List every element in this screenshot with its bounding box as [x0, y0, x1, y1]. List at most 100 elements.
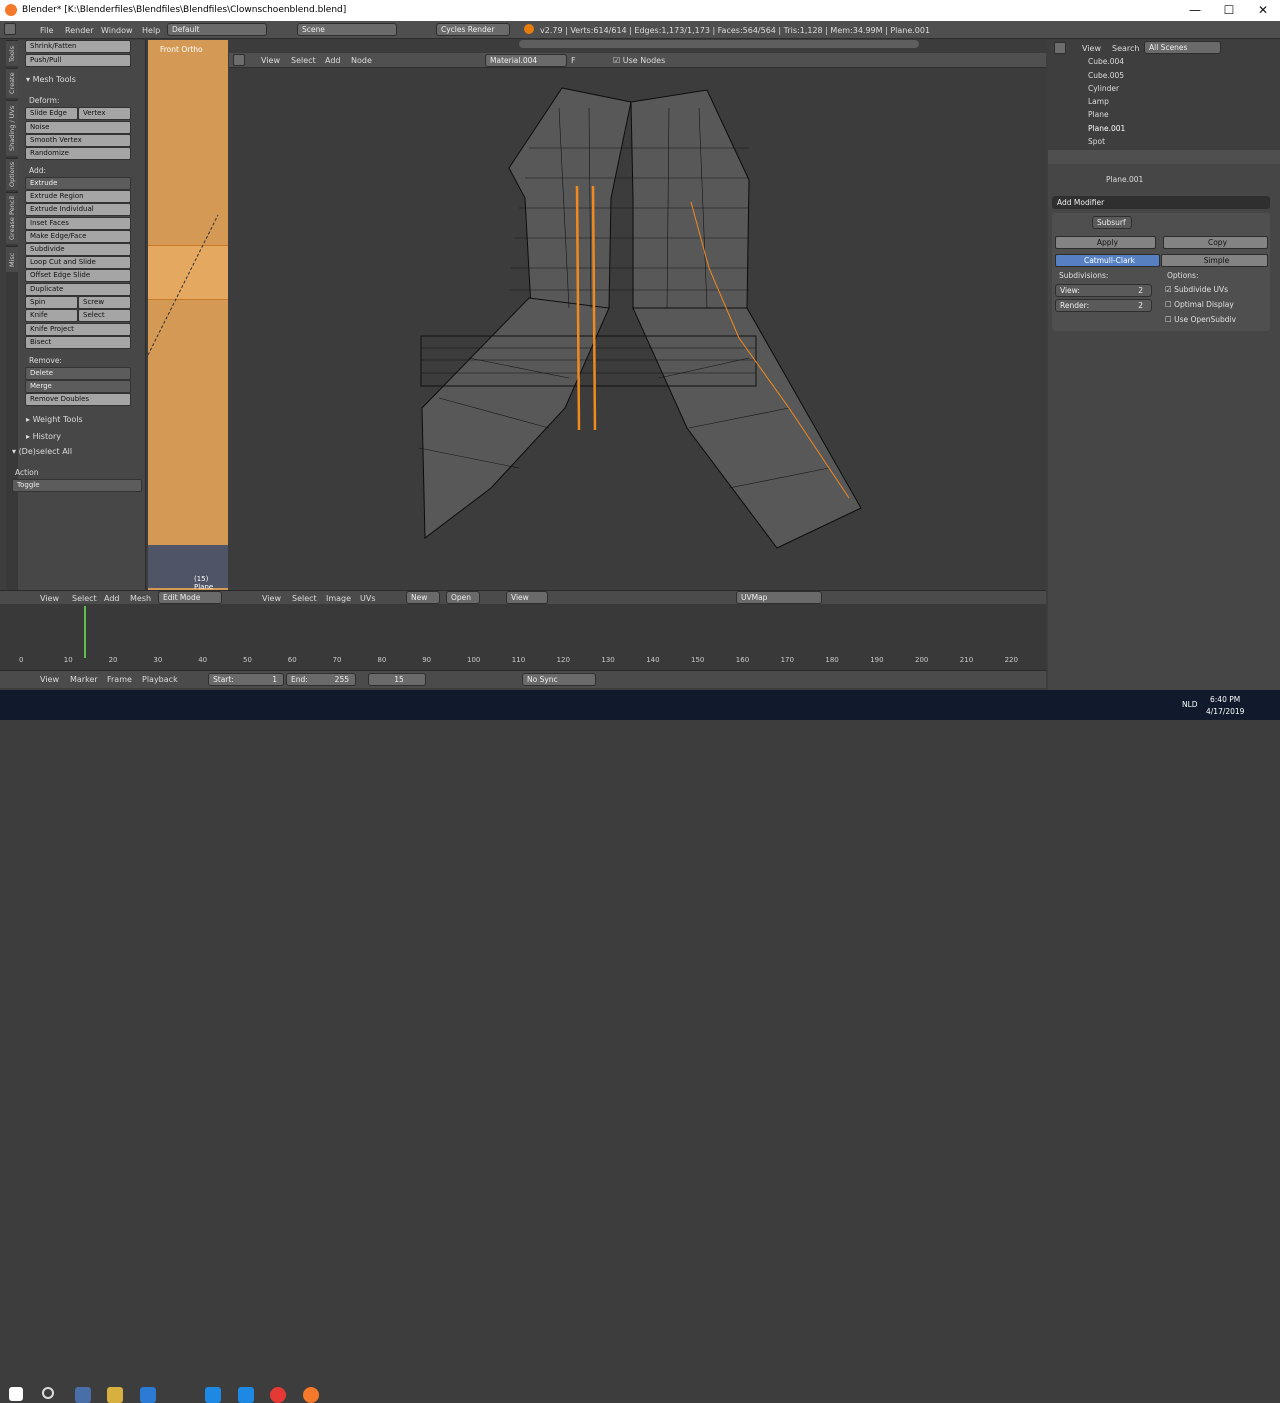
- menu-select[interactable]: Select: [72, 594, 97, 603]
- knife-button[interactable]: Knife: [25, 309, 78, 322]
- push-pull-button[interactable]: Push/Pull: [25, 54, 131, 67]
- uv-menu-select[interactable]: Select: [292, 594, 317, 603]
- outliner-item-cylinder[interactable]: Cylinder: [1088, 84, 1119, 93]
- menu-view[interactable]: View: [40, 594, 59, 603]
- delete-menu-button[interactable]: Delete: [25, 367, 131, 380]
- render-levels-field[interactable]: Render: 2: [1055, 299, 1152, 312]
- view-levels-field[interactable]: View: 2: [1055, 284, 1152, 297]
- properties-tabs[interactable]: [1048, 150, 1280, 164]
- chrome-icon[interactable]: [270, 1387, 286, 1403]
- editor-type-icon[interactable]: [4, 23, 16, 35]
- extrude-menu-button[interactable]: Extrude: [25, 177, 131, 190]
- optimal-display-checkbox[interactable]: ☐ Optimal Display: [1165, 300, 1234, 309]
- shrink-fatten-button[interactable]: Shrink/Fatten: [25, 40, 131, 53]
- menu-mesh[interactable]: Mesh: [130, 594, 151, 603]
- randomize-button[interactable]: Randomize: [25, 147, 131, 160]
- layout-select[interactable]: Default: [167, 23, 267, 36]
- material-name-field[interactable]: Material.004: [485, 54, 567, 67]
- scene-select[interactable]: Scene: [297, 23, 397, 36]
- fake-user-toggle[interactable]: F: [571, 56, 576, 65]
- screw-button[interactable]: Screw: [78, 296, 131, 309]
- action-select[interactable]: Toggle: [12, 479, 142, 492]
- uv-menu-view[interactable]: View: [262, 594, 281, 603]
- open-image-button[interactable]: Open: [446, 591, 480, 604]
- subdivide-uvs-checkbox[interactable]: ☑ Subdivide UVs: [1165, 285, 1228, 294]
- outliner-item-lamp[interactable]: Lamp: [1088, 97, 1109, 106]
- menu-file[interactable]: File: [40, 26, 53, 35]
- knife-select-button[interactable]: Select: [78, 309, 131, 322]
- menu-frame[interactable]: Frame: [107, 675, 132, 684]
- outliner-item-plane001[interactable]: Plane.001: [1088, 124, 1125, 133]
- close-button[interactable]: ✕: [1246, 0, 1280, 21]
- modifier-name-field[interactable]: Subsurf: [1092, 216, 1132, 229]
- spin-button[interactable]: Spin: [25, 296, 78, 309]
- weight-tools-panel-header[interactable]: ▸ Weight Tools: [26, 415, 83, 424]
- catmull-clark-toggle[interactable]: Catmull-Clark: [1055, 254, 1160, 267]
- clock-date[interactable]: 4/17/2019: [1206, 707, 1244, 716]
- uv-menu-uvs[interactable]: UVs: [360, 594, 376, 603]
- menu-view[interactable]: View: [261, 56, 280, 65]
- extrude-individual-button[interactable]: Extrude Individual: [25, 203, 131, 216]
- editor-type-icon[interactable]: [1054, 42, 1066, 54]
- tab-create[interactable]: Create: [6, 68, 18, 98]
- task-view-icon[interactable]: [75, 1387, 91, 1403]
- menu-view[interactable]: View: [1082, 44, 1101, 53]
- subdivide-button[interactable]: Subdivide: [25, 243, 131, 256]
- outliner-item-cube004[interactable]: Cube.004: [1088, 57, 1124, 66]
- remove-doubles-button[interactable]: Remove Doubles: [25, 393, 131, 406]
- vertex-slide-button[interactable]: Vertex: [78, 107, 131, 120]
- start-frame-field[interactable]: Start: 1: [208, 673, 284, 686]
- search-icon[interactable]: [42, 1387, 54, 1399]
- duplicate-button[interactable]: Duplicate: [25, 283, 131, 296]
- menu-window[interactable]: Window: [101, 26, 133, 35]
- extrude-region-button[interactable]: Extrude Region: [25, 190, 131, 203]
- menu-node[interactable]: Node: [351, 56, 372, 65]
- uv-map-field[interactable]: UVMap: [736, 591, 822, 604]
- outliner-item-cube005[interactable]: Cube.005: [1088, 71, 1124, 80]
- clock-time[interactable]: 6:40 PM: [1210, 695, 1240, 704]
- simple-toggle[interactable]: Simple: [1161, 254, 1268, 267]
- 3d-view-left[interactable]: Front Ortho (15) Plane: [148, 40, 228, 591]
- menu-select[interactable]: Select: [291, 56, 316, 65]
- history-panel-header[interactable]: ▸ History: [26, 432, 61, 441]
- edge-icon[interactable]: [140, 1387, 156, 1403]
- language-indicator[interactable]: NLD: [1182, 700, 1198, 709]
- node-editor-area[interactable]: [229, 40, 1046, 588]
- apply-button[interactable]: Apply: [1055, 236, 1156, 249]
- make-edge-face-button[interactable]: Make Edge/Face: [25, 230, 131, 243]
- menu-render[interactable]: Render: [65, 26, 93, 35]
- current-frame-indicator[interactable]: [84, 606, 86, 658]
- tab-grease-pencil[interactable]: Grease Pencil: [6, 192, 18, 244]
- windows-start-icon[interactable]: [9, 1387, 23, 1401]
- editor-type-icon[interactable]: [233, 54, 245, 66]
- tab-options[interactable]: Options: [6, 158, 18, 190]
- sync-select[interactable]: No Sync: [522, 673, 596, 686]
- horizontal-scrollbar[interactable]: [519, 40, 919, 48]
- end-frame-field[interactable]: End: 255: [286, 673, 356, 686]
- operator-panel-header[interactable]: ▾ (De)select All: [12, 447, 72, 456]
- merge-menu-button[interactable]: Merge: [25, 380, 131, 393]
- inset-faces-button[interactable]: Inset Faces: [25, 217, 131, 230]
- menu-search[interactable]: Search: [1112, 44, 1139, 53]
- tab-shading-uvs[interactable]: Shading / UVs: [6, 100, 18, 156]
- edge-browser-icon[interactable]: [238, 1387, 254, 1403]
- use-nodes-checkbox[interactable]: ☑ Use Nodes: [613, 56, 665, 65]
- mode-select[interactable]: Edit Mode: [158, 591, 222, 604]
- minimize-button[interactable]: —: [1178, 0, 1212, 21]
- loop-cut-button[interactable]: Loop Cut and Slide: [25, 256, 131, 269]
- current-frame-field[interactable]: 15: [368, 673, 426, 686]
- copy-button[interactable]: Copy: [1163, 236, 1268, 249]
- tab-misc[interactable]: Misc: [6, 246, 18, 272]
- menu-help[interactable]: Help: [142, 26, 160, 35]
- display-mode-select[interactable]: All Scenes: [1144, 41, 1221, 54]
- slide-edge-button[interactable]: Slide Edge: [25, 107, 78, 120]
- menu-marker[interactable]: Marker: [70, 675, 98, 684]
- tab-tools[interactable]: Tools: [6, 40, 18, 66]
- menu-add[interactable]: Add: [325, 56, 341, 65]
- blender-taskbar-icon[interactable]: [303, 1387, 319, 1403]
- offset-edge-slide-button[interactable]: Offset Edge Slide: [25, 269, 131, 282]
- outliner-item-spot[interactable]: Spot: [1088, 137, 1105, 146]
- new-image-button[interactable]: New: [406, 591, 440, 604]
- mesh-tools-panel-header[interactable]: ▾ Mesh Tools: [26, 75, 76, 84]
- menu-view[interactable]: View: [40, 675, 59, 684]
